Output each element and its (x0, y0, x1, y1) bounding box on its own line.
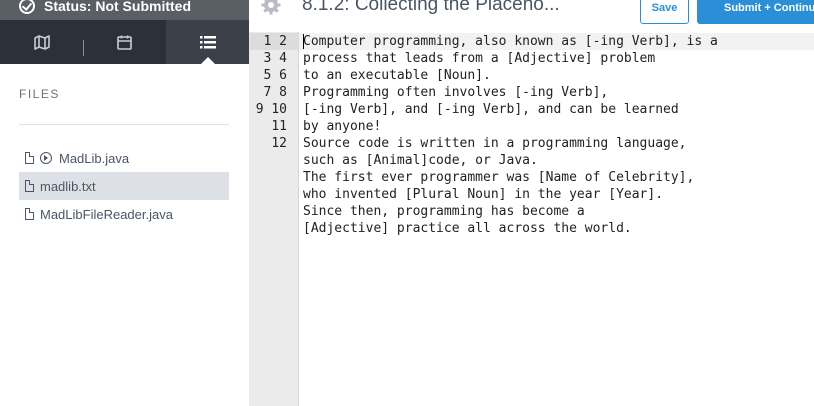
sidebar: Status: Not Submitted FILES MadLib.java … (0, 0, 249, 406)
file-label: madlib.txt (40, 178, 96, 194)
file-icon (25, 152, 34, 164)
save-button[interactable]: Save (640, 0, 689, 24)
tab-files[interactable] (166, 20, 249, 64)
page-title: 8.1.2: Collecting the Placeho... (302, 0, 560, 15)
file-label: MadLibFileReader.java (40, 206, 173, 222)
file-list: MadLib.java madlib.txt MadLibFileReader.… (19, 144, 229, 228)
file-label: MadLib.java (59, 150, 130, 166)
file-icon (25, 208, 34, 220)
tab-calendar[interactable] (83, 20, 166, 64)
main-panel: 8.1.2: Collecting the Placeho... Save Su… (249, 0, 814, 406)
file-item-madlibfilereader-java[interactable]: MadLibFileReader.java (19, 200, 229, 228)
sidebar-tabs (0, 20, 249, 64)
submission-status[interactable]: Status: Not Submitted (0, 0, 249, 20)
files-heading: FILES (19, 87, 60, 101)
file-icon (25, 180, 34, 192)
submit-continue-button[interactable]: Submit + Continue (697, 0, 814, 24)
editor-header: 8.1.2: Collecting the Placeho... Save Su… (249, 0, 814, 32)
code-editor[interactable]: 1 2 3 4 5 6 7 8 9 10 11 12 Computer prog… (249, 32, 814, 406)
calendar-icon (117, 35, 132, 50)
map-icon (33, 34, 50, 50)
gear-icon[interactable] (261, 0, 281, 15)
file-item-madlib-java[interactable]: MadLib.java (19, 144, 229, 172)
tab-map[interactable] (0, 20, 83, 64)
text-cursor (303, 34, 304, 49)
file-item-madlib-txt[interactable]: madlib.txt (19, 172, 229, 200)
tab-divider (83, 40, 84, 56)
run-icon (40, 152, 52, 164)
editor-content[interactable]: Computer programming, also known as [-in… (303, 33, 718, 237)
line-numbers: 1 2 3 4 5 6 7 8 9 10 11 12 (255, 34, 287, 151)
status-text: Status: Not Submitted (44, 0, 191, 14)
check-circle-icon (19, 0, 35, 14)
list-icon (199, 35, 216, 48)
divider (19, 124, 229, 125)
